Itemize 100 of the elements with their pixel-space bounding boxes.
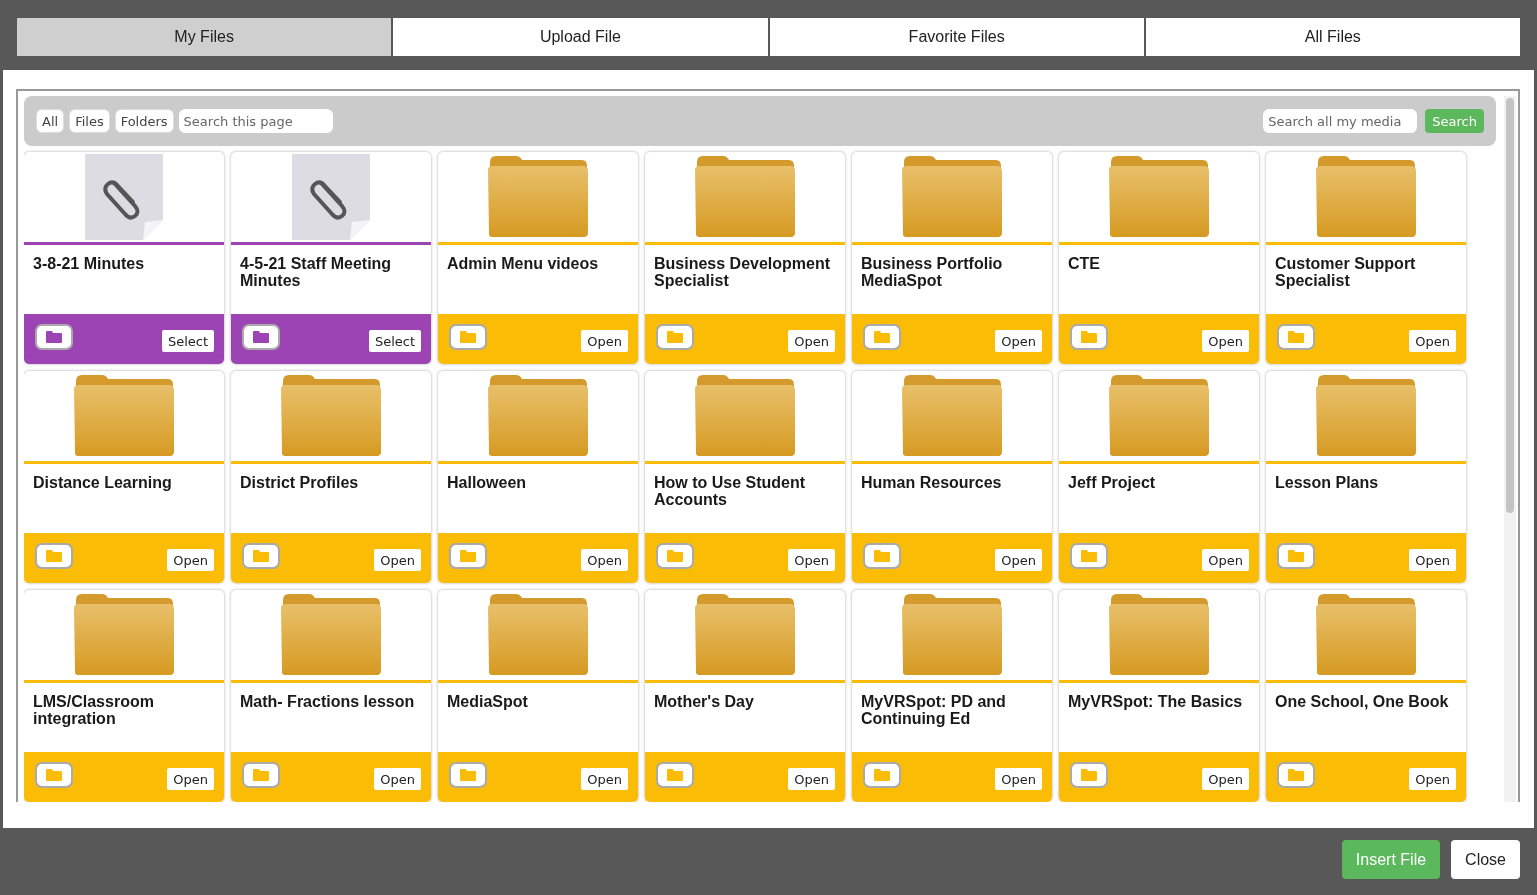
folder-icon <box>900 592 1004 677</box>
media-card[interactable]: Customer Support Specialist Open <box>1266 152 1466 365</box>
action-button[interactable]: Open <box>581 330 628 353</box>
media-card[interactable]: Business Portfolio MediaSpot Open <box>852 152 1052 365</box>
folder-icon <box>72 592 176 677</box>
action-button[interactable]: Open <box>1409 549 1456 572</box>
action-button[interactable]: Open <box>788 549 835 572</box>
media-card[interactable]: How to Use Student Accounts Open <box>645 371 845 584</box>
media-card[interactable]: Mother's Day Open <box>645 590 845 803</box>
tab[interactable]: Upload File <box>393 18 768 56</box>
folder-icon <box>279 592 383 677</box>
filter-button[interactable]: Files <box>69 109 110 134</box>
action-button[interactable]: Open <box>788 330 835 353</box>
folder-icon <box>874 550 890 563</box>
media-card[interactable]: Jeff Project Open <box>1059 371 1259 584</box>
folder-icon <box>486 154 590 239</box>
media-card[interactable]: District Profiles Open <box>231 371 431 584</box>
action-button[interactable]: Open <box>788 768 835 791</box>
folder-button[interactable] <box>656 324 694 351</box>
folder-icon <box>667 550 683 563</box>
folder-button[interactable] <box>35 543 73 570</box>
folder-button[interactable] <box>1070 762 1108 789</box>
folder-button[interactable] <box>1070 543 1108 570</box>
tab[interactable]: My Files <box>17 18 392 56</box>
search-field[interactable]: Search all my media <box>1263 109 1418 134</box>
card-title: Admin Menu videos <box>446 254 600 275</box>
action-button[interactable]: Select <box>368 330 421 353</box>
folder-button[interactable] <box>1277 543 1315 570</box>
folder-button[interactable] <box>35 324 73 351</box>
folder-button[interactable] <box>656 762 694 789</box>
folder-icon <box>1288 769 1304 782</box>
media-card[interactable]: 4-5-21 Staff Meeting Minutes Select <box>231 152 431 365</box>
folder-button[interactable] <box>656 543 694 570</box>
media-card[interactable]: LMS/Classroom integration Open <box>24 590 224 803</box>
folder-icon <box>279 373 383 458</box>
folder-button[interactable] <box>1277 324 1315 351</box>
action-button[interactable]: Open <box>374 549 421 572</box>
action-button[interactable]: Open <box>1202 330 1249 353</box>
folder-button[interactable] <box>449 324 487 351</box>
folder-icon <box>667 769 683 782</box>
action-button[interactable]: Open <box>1202 549 1249 572</box>
paperclip-document-icon <box>292 154 370 241</box>
action-button[interactable]: Open <box>1202 768 1249 791</box>
folder-button[interactable] <box>863 762 901 789</box>
folder-button[interactable] <box>242 762 280 789</box>
folder-icon <box>460 331 476 344</box>
media-card[interactable]: MyVRSpot: PD and Continuing Ed Open <box>852 590 1052 803</box>
action-button[interactable]: Open <box>581 549 628 572</box>
tab[interactable]: All Files <box>1145 18 1520 56</box>
media-card[interactable]: MyVRSpot: The Basics Open <box>1059 590 1259 803</box>
action-button[interactable]: Open <box>995 330 1042 353</box>
action-button[interactable]: Open <box>995 768 1042 791</box>
media-card[interactable]: Halloween Open <box>438 371 638 584</box>
folder-button[interactable] <box>449 762 487 789</box>
folder-button[interactable] <box>35 762 73 789</box>
action-button[interactable]: Open <box>1409 768 1456 791</box>
action-button[interactable]: Open <box>995 549 1042 572</box>
action-button[interactable]: Open <box>374 768 421 791</box>
media-card[interactable]: Distance Learning Open <box>24 371 224 584</box>
card-title: One School, One Book <box>1274 692 1450 713</box>
search-field[interactable]: Search this page <box>178 109 333 134</box>
media-card[interactable]: MediaSpot Open <box>438 590 638 803</box>
media-card[interactable]: CTE Open <box>1059 152 1259 365</box>
folder-button[interactable] <box>863 324 901 351</box>
action-button[interactable]: Open <box>167 549 214 572</box>
card-title: LMS/Classroom integration <box>32 692 155 730</box>
tab[interactable]: Favorite Files <box>769 18 1144 56</box>
filter-button[interactable]: Folders <box>114 109 174 134</box>
folder-icon <box>1288 331 1304 344</box>
card-title: Human Resources <box>860 473 1003 494</box>
folder-button[interactable] <box>242 543 280 570</box>
action-button[interactable]: Select <box>161 330 214 353</box>
media-card[interactable]: Human Resources Open <box>852 371 1052 584</box>
folder-icon <box>1314 592 1418 677</box>
card-title: MediaSpot <box>446 692 529 713</box>
action-button[interactable]: Open <box>167 768 214 791</box>
media-card[interactable]: One School, One Book Open <box>1266 590 1466 803</box>
folder-icon <box>460 769 476 782</box>
folder-button[interactable] <box>449 543 487 570</box>
action-button[interactable]: Open <box>581 768 628 791</box>
scrollbar[interactable] <box>1504 96 1516 803</box>
filter-button[interactable]: All <box>36 109 65 134</box>
folder-icon <box>46 331 62 344</box>
media-card[interactable]: Lesson Plans Open <box>1266 371 1466 584</box>
card-title: Mother's Day <box>653 692 755 713</box>
paperclip-document-icon <box>85 154 163 241</box>
folder-button[interactable] <box>863 543 901 570</box>
folder-icon <box>486 373 590 458</box>
media-card[interactable]: Admin Menu videos Open <box>438 152 638 365</box>
card-title: Lesson Plans <box>1274 473 1380 494</box>
folder-icon <box>1288 550 1304 563</box>
close-button[interactable]: Close <box>1451 840 1520 880</box>
media-card[interactable]: 3-8-21 Minutes Select <box>24 152 224 365</box>
action-button[interactable]: Open <box>1409 330 1456 353</box>
card-title: Customer Support Specialist <box>1274 254 1417 292</box>
folder-button[interactable] <box>1277 762 1315 789</box>
folder-button[interactable] <box>1070 324 1108 351</box>
media-card[interactable]: Business Development Specialist Open <box>645 152 845 365</box>
media-card[interactable]: Math- Fractions lesson Open <box>231 590 431 803</box>
folder-button[interactable] <box>242 324 280 351</box>
